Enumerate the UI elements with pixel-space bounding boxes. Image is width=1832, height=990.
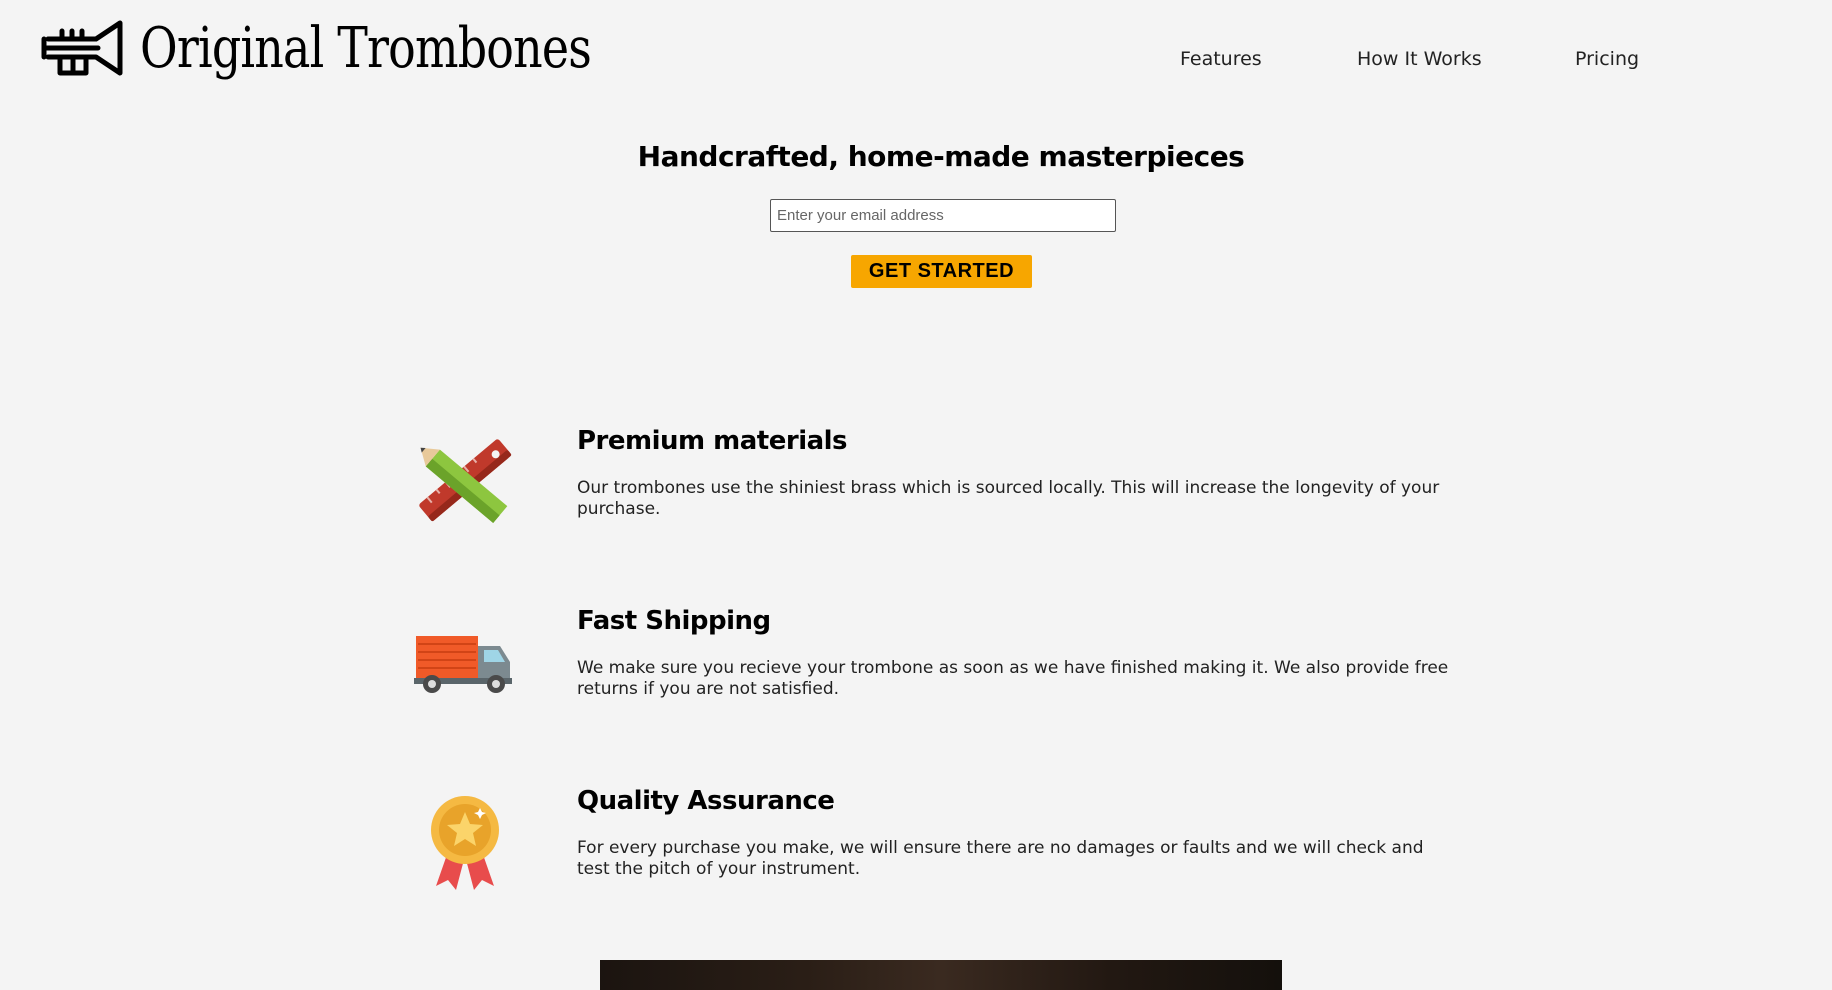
nav-link-pricing[interactable]: Pricing bbox=[1575, 48, 1639, 70]
feature-title: Premium materials bbox=[577, 426, 848, 456]
logo[interactable]: Original Trombones bbox=[40, 14, 690, 84]
site-header: Original Trombones Features How It Works… bbox=[0, 0, 1832, 100]
nav-link-features[interactable]: Features bbox=[1180, 48, 1262, 70]
hero-title: Handcrafted, home-made masterpieces bbox=[637, 140, 1245, 173]
feature-text: We make sure you recieve your trombone a… bbox=[577, 658, 1449, 699]
feature-premium-materials: Premium materials Our trombones use the … bbox=[410, 426, 1510, 550]
feature-title: Fast Shipping bbox=[577, 606, 771, 636]
get-started-button[interactable]: GET STARTED bbox=[851, 255, 1032, 288]
medal-icon bbox=[431, 796, 499, 890]
logo-text: Original Trombones bbox=[140, 16, 592, 81]
feature-text: For every purchase you make, we will ens… bbox=[577, 838, 1424, 879]
feature-fast-shipping: Fast Shipping We make sure you recieve y… bbox=[410, 606, 1510, 730]
trumpet-icon bbox=[41, 20, 123, 76]
feature-text: Our trombones use the shiniest brass whi… bbox=[577, 478, 1440, 519]
truck-icon bbox=[414, 636, 512, 693]
nav-link-how-it-works[interactable]: How It Works bbox=[1357, 48, 1482, 70]
feature-quality-assurance: Quality Assurance For every purchase you… bbox=[410, 786, 1510, 910]
video-thumbnail[interactable] bbox=[600, 960, 1282, 990]
pencil-ruler-icon bbox=[419, 439, 512, 523]
feature-title: Quality Assurance bbox=[577, 786, 835, 816]
email-input[interactable] bbox=[770, 199, 1116, 232]
